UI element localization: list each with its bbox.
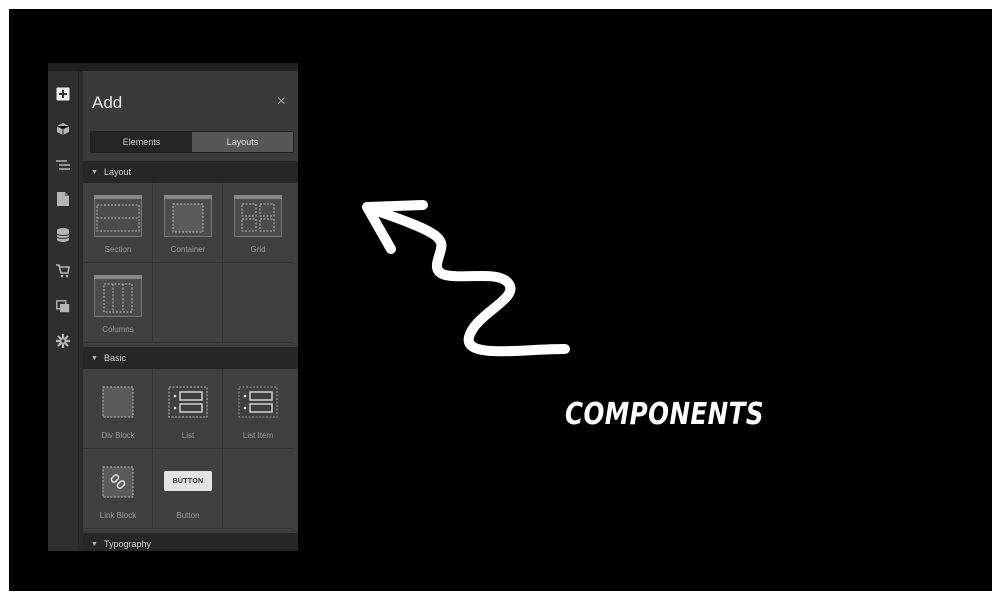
div-block-icon	[102, 386, 134, 418]
section-header-basic[interactable]: ▼ Basic	[83, 347, 298, 369]
element-list[interactable]: List	[153, 369, 223, 449]
navigator-icon[interactable]	[53, 155, 73, 175]
element-label: Section	[104, 245, 132, 254]
element-label: Columns	[102, 325, 134, 334]
section-title: Basic	[103, 353, 126, 363]
section-header-layout[interactable]: ▼ Layout	[83, 161, 298, 183]
element-label: Link Block	[99, 511, 137, 520]
element-grid[interactable]: Grid	[223, 183, 293, 263]
basic-grid: Div Block List List Item Link Block BUTT…	[83, 369, 298, 531]
settings-icon[interactable]	[53, 331, 73, 351]
button-thumb: BUTTON	[164, 471, 212, 491]
list-icon	[168, 386, 208, 418]
element-list-item[interactable]: List Item	[223, 369, 293, 449]
panel-tabs: Elements Layouts	[90, 131, 294, 153]
list-item-icon	[238, 386, 278, 418]
cube-icon[interactable]	[53, 119, 73, 139]
add-panel: Add × Elements Layouts ▼ Layout Section …	[83, 71, 298, 551]
annotation-text: COMPONENTS	[565, 397, 764, 432]
caret-down-icon: ▼	[91, 540, 98, 548]
add-icon[interactable]	[53, 84, 73, 104]
columns-icon	[94, 275, 142, 317]
element-link-block[interactable]: Link Block	[83, 449, 153, 529]
ecommerce-icon[interactable]	[53, 261, 73, 281]
panel-title: Add	[92, 93, 123, 112]
video-frame: Add × Elements Layouts ▼ Layout Section …	[9, 9, 992, 591]
designer-panel: Add × Elements Layouts ▼ Layout Section …	[48, 63, 298, 551]
element-section[interactable]: Section	[83, 183, 153, 263]
container-icon	[164, 195, 212, 237]
element-label: Grid	[250, 245, 266, 254]
element-label: Div Block	[101, 431, 135, 440]
empty-cell	[153, 263, 223, 343]
caret-down-icon: ▼	[91, 354, 98, 362]
layout-grid: Section Container Grid Columns	[83, 183, 298, 345]
link-block-icon	[102, 466, 134, 498]
section-header-typography[interactable]: ▼ Typography	[83, 533, 298, 551]
icon-rail	[48, 71, 79, 551]
section-title: Typography	[103, 539, 151, 549]
squiggle-arrow-icon	[362, 200, 570, 357]
element-label: Button	[176, 511, 200, 520]
assets-icon[interactable]	[53, 296, 73, 316]
close-icon[interactable]: ×	[277, 93, 286, 111]
tab-layouts[interactable]: Layouts	[192, 132, 293, 152]
element-container[interactable]: Container	[153, 183, 223, 263]
caret-down-icon: ▼	[91, 168, 98, 176]
cms-icon[interactable]	[53, 225, 73, 245]
element-label: Container	[170, 245, 206, 254]
element-label: List	[181, 431, 195, 440]
element-button[interactable]: BUTTON Button	[153, 449, 223, 529]
empty-cell	[223, 449, 293, 529]
element-columns[interactable]: Columns	[83, 263, 153, 343]
pages-icon[interactable]	[53, 189, 73, 209]
section-icon	[94, 195, 142, 237]
top-bar	[48, 63, 298, 71]
tab-elements[interactable]: Elements	[91, 132, 192, 152]
section-title: Layout	[103, 167, 131, 177]
grid-icon	[234, 195, 282, 237]
empty-cell	[223, 263, 293, 343]
element-label: List Item	[242, 431, 274, 440]
element-div-block[interactable]: Div Block	[83, 369, 153, 449]
